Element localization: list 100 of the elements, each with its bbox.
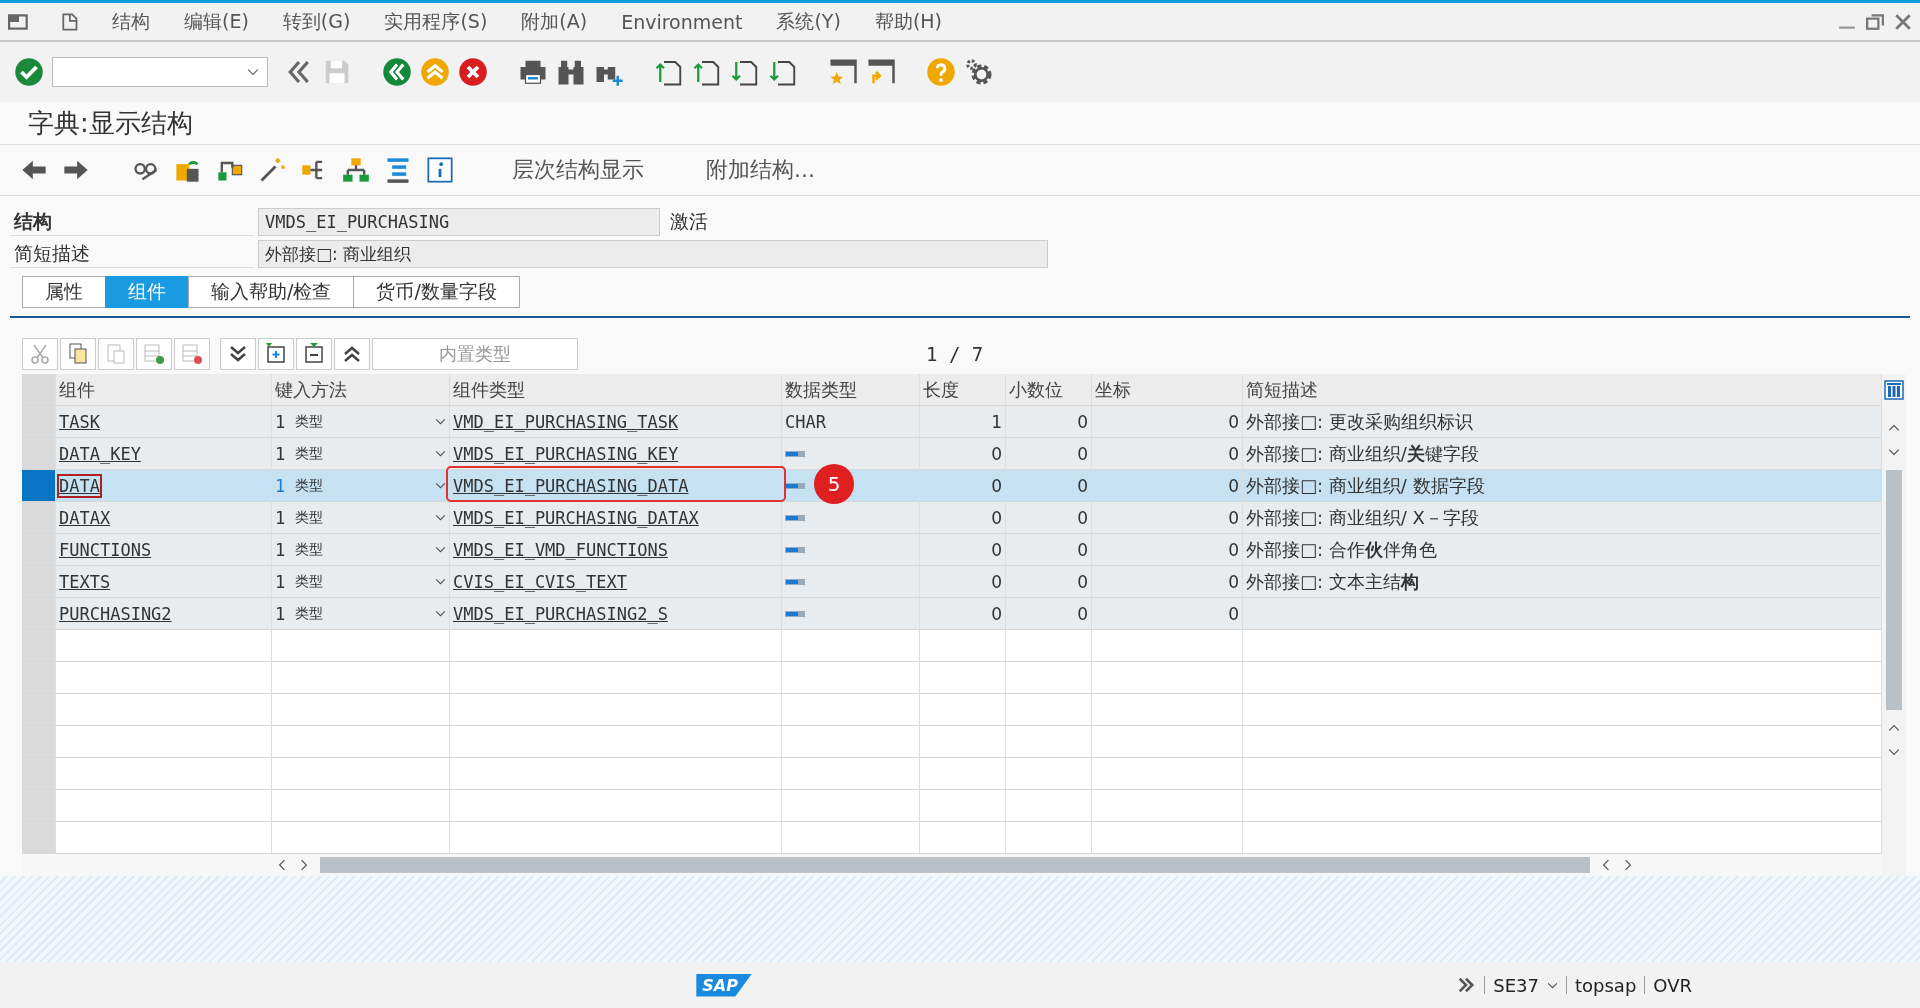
menu-icon[interactable] (8, 11, 30, 32)
component-type-link[interactable]: VMD_EI_PURCHASING_TASK (453, 411, 679, 432)
menu-item[interactable]: 实用程序(S) (384, 8, 488, 35)
entry-value: 1 (275, 571, 286, 592)
toolbar-button[interactable]: 附加结构... (702, 151, 819, 189)
component-type-link[interactable]: VMDS_EI_PURCHASING_DATA (453, 475, 689, 496)
dropdown-caret-icon[interactable] (247, 68, 259, 76)
copy-icon[interactable] (60, 338, 96, 370)
table-cell: 0 (1092, 438, 1243, 470)
component-name[interactable]: PURCHASING2 (59, 603, 172, 624)
component-name[interactable]: DATAX (59, 507, 111, 528)
menu-item[interactable]: 转到(G) (282, 8, 351, 35)
entry-value: 1 (275, 443, 286, 464)
component-type-link[interactable]: CVIS_EI_CVIS_TEXT (453, 571, 627, 592)
scrollbar-thumb[interactable] (1886, 470, 1902, 710)
scroll-left-icon[interactable] (1600, 859, 1612, 871)
transaction-code[interactable]: SE37 (1493, 974, 1539, 996)
field-label: 结构 (10, 208, 254, 236)
tab[interactable]: 输入帮助/检查 (188, 276, 355, 308)
info-icon[interactable] (426, 156, 454, 184)
scroll-right-icon[interactable] (1622, 859, 1634, 871)
type-label: 类型 (295, 540, 325, 559)
component-name[interactable]: TEXTS (59, 571, 111, 592)
data-type: CHAR (785, 411, 826, 432)
component-name[interactable]: DATA (59, 475, 100, 496)
dropdown-caret-icon[interactable] (435, 578, 446, 585)
column-settings-icon[interactable] (1884, 380, 1904, 400)
component-type-link[interactable]: VMDS_EI_VMD_FUNCTIONS (453, 539, 668, 560)
delete-row-icon[interactable] (174, 338, 210, 370)
node-icon[interactable] (296, 338, 332, 370)
settings-icon[interactable] (964, 57, 994, 87)
close-icon[interactable] (1894, 12, 1912, 31)
scroll-up-icon[interactable] (1888, 422, 1900, 434)
menu-item[interactable]: Environment (621, 10, 743, 33)
column-header[interactable]: 组件类型 (450, 374, 782, 406)
table-cell: 0 (1092, 534, 1243, 566)
insert-mode: OVR (1653, 974, 1692, 996)
dropdown-caret-icon[interactable] (435, 610, 446, 617)
column-header[interactable]: 键入方法 (272, 374, 450, 406)
input-field[interactable]: VMDS_EI_PURCHASING (258, 208, 660, 236)
restore-icon[interactable] (1866, 12, 1884, 31)
menu-item[interactable]: 附加(A) (521, 8, 588, 35)
toolbar-button[interactable]: 层次结构显示 (508, 151, 648, 189)
column-header[interactable]: 数据类型 (782, 374, 920, 406)
command-field[interactable] (52, 57, 268, 87)
scroll-up-icon[interactable] (1888, 722, 1900, 734)
scroll-left-icon[interactable] (276, 859, 288, 871)
component-type-link[interactable]: VMDS_EI_PURCHASING_DATAX (453, 507, 699, 528)
component-type-link[interactable]: VMDS_EI_PURCHASING2_S (453, 603, 668, 624)
magic-wand-icon[interactable] (258, 156, 286, 184)
component-name[interactable]: FUNCTIONS (59, 539, 152, 560)
column-header[interactable]: 组件 (56, 374, 272, 406)
tab[interactable]: 属性 (22, 276, 106, 308)
dropdown-caret-icon[interactable] (435, 482, 446, 489)
component-name[interactable]: DATA_KEY (59, 443, 141, 464)
back-icon[interactable] (382, 57, 412, 87)
cancel-icon[interactable] (458, 57, 488, 87)
scroll-down-icon[interactable] (1888, 746, 1900, 758)
dropdown-caret-icon[interactable] (435, 450, 446, 457)
entry-value: 1 (275, 603, 286, 624)
screen-title: 字典:显示结构 (0, 102, 1920, 145)
entry-value: 1 (275, 507, 286, 528)
row-selector[interactable] (22, 470, 56, 502)
table-cell: 0 (1092, 470, 1243, 502)
column-header[interactable]: 简短描述 (1243, 374, 1882, 406)
collapse-all-icon[interactable] (334, 338, 370, 370)
scroll-right-icon[interactable] (298, 859, 310, 871)
server-name: topsap (1575, 974, 1637, 996)
menu-item[interactable]: 系统(Y) (776, 8, 841, 35)
table-cell: 0 (1006, 406, 1092, 438)
checkmark-icon[interactable] (14, 57, 44, 87)
table-cell: 0 (1006, 502, 1092, 534)
column-header[interactable]: 小数位 (1006, 374, 1092, 406)
component-name[interactable]: TASK (59, 411, 100, 432)
dropdown-caret-icon[interactable] (435, 418, 446, 425)
add-node-icon[interactable] (258, 338, 294, 370)
tab[interactable]: 货币/数量字段 (353, 276, 520, 308)
description-text: 外部接□: 商业组织/ 数据字段 (1246, 473, 1485, 498)
description-text: 外部接□: 合作伙伴角色 (1246, 537, 1437, 562)
structure-icon (785, 545, 805, 554)
scroll-down-icon[interactable] (1888, 446, 1900, 458)
double-chevron-icon[interactable] (1456, 975, 1477, 995)
dropdown-caret-icon[interactable] (435, 546, 446, 553)
dropdown-caret-icon[interactable] (1547, 981, 1558, 989)
component-type-link[interactable]: VMDS_EI_PURCHASING_KEY (453, 443, 679, 464)
window-star-icon[interactable] (828, 57, 858, 87)
column-header[interactable]: 坐标 (1092, 374, 1243, 406)
field-label: 简短描述 (10, 240, 254, 268)
menu-item[interactable]: 结构 (112, 8, 150, 35)
column-header[interactable]: 长度 (920, 374, 1006, 406)
scrollbar-thumb[interactable] (320, 857, 1590, 873)
menu-item[interactable]: 编辑(E) (184, 8, 249, 35)
org-chart-icon[interactable] (342, 156, 370, 184)
input-field[interactable]: 外部接□: 商业组织 (258, 240, 1048, 268)
entry-value: 1 (275, 475, 286, 496)
menu-item[interactable]: 帮助(H) (874, 8, 942, 35)
insert-row-icon[interactable] (136, 338, 172, 370)
expand-all-icon[interactable] (220, 338, 256, 370)
type-label: 类型 (295, 508, 325, 527)
dropdown-caret-icon[interactable] (435, 514, 446, 521)
